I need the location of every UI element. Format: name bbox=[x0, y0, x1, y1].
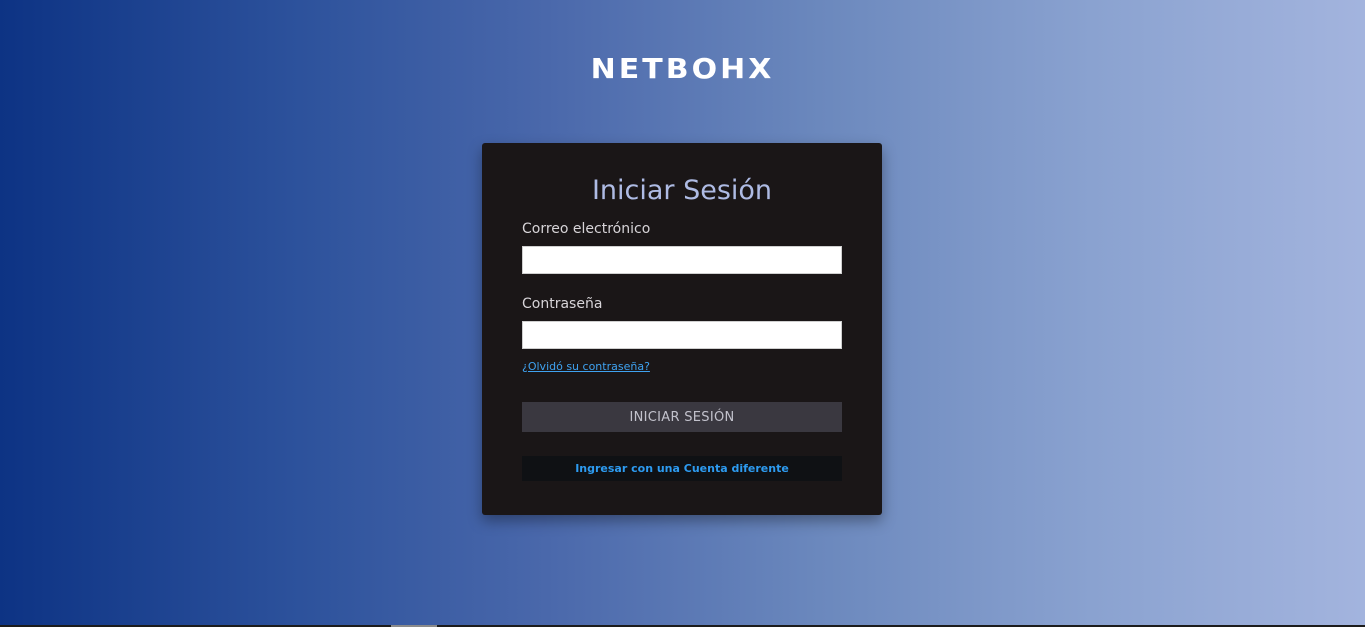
other-account-button[interactable]: Ingresar con una Cuenta diferente bbox=[522, 456, 842, 481]
password-input[interactable] bbox=[522, 321, 842, 349]
login-button[interactable]: INICIAR SESIÓN bbox=[522, 402, 842, 432]
login-title: Iniciar Sesión bbox=[591, 175, 773, 206]
login-card: Iniciar Sesión Correo electrónico Contra… bbox=[482, 143, 882, 515]
forgot-password-link[interactable]: ¿Olvidó su contraseña? bbox=[522, 360, 650, 373]
brand-logo: NETBOHX bbox=[590, 53, 775, 86]
password-label: Contraseña bbox=[522, 296, 603, 312]
email-label: Correo electrónico bbox=[522, 221, 651, 237]
email-input[interactable] bbox=[522, 246, 842, 274]
